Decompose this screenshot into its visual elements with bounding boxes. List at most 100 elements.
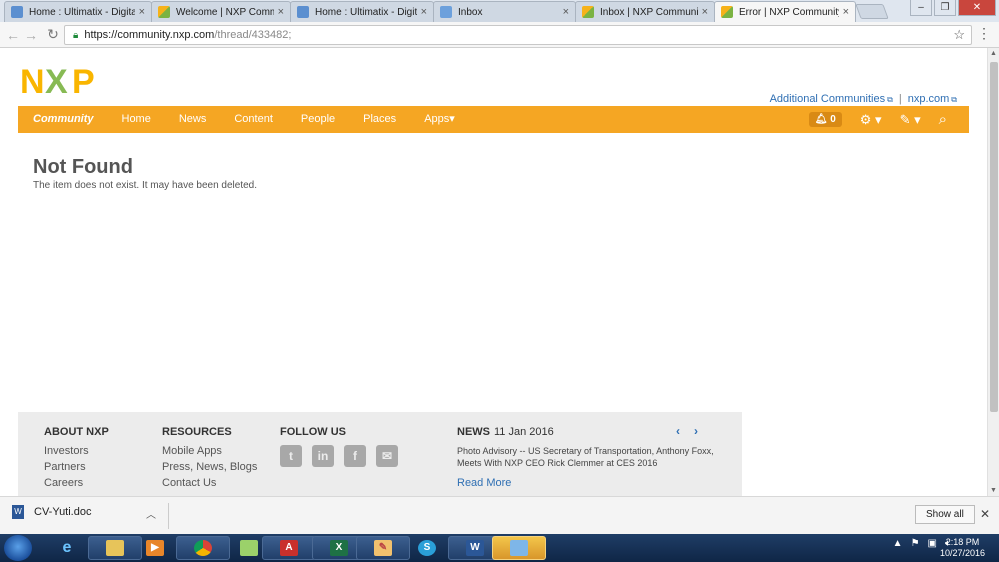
reload-icon[interactable]: ↻: [44, 26, 62, 43]
media-player-icon: ▶: [146, 540, 164, 556]
careers-link[interactable]: Careers: [44, 477, 109, 489]
download-item[interactable]: W CV-Yuti.doc: [12, 505, 91, 519]
taskbar-acrobat[interactable]: A: [262, 536, 316, 560]
link-separator: |: [898, 93, 902, 105]
taskbar-media[interactable]: ▶: [128, 536, 182, 560]
partners-link[interactable]: Partners: [44, 461, 109, 473]
tab-close-icon[interactable]: ×: [421, 6, 427, 18]
back-arrow-icon[interactable]: ←: [4, 27, 22, 43]
user-menu-icon[interactable]: ⚙ ▾: [860, 112, 882, 128]
chevron-right-icon[interactable]: ›: [694, 424, 698, 438]
read-more-link[interactable]: Read More: [457, 477, 719, 489]
browser-tab-welcome-nxp[interactable]: Welcome | NXP Commun ×: [151, 1, 291, 22]
internet-explorer-icon: e: [62, 539, 72, 556]
chevron-down-icon: ▾: [449, 113, 455, 125]
email-icon[interactable]: ✉: [376, 445, 398, 467]
tab-close-icon[interactable]: ×: [139, 6, 145, 18]
page-content: N X P Additional Communities ⧉ | nxp.com ⧉…: [0, 48, 987, 496]
error-message: The item does not exist. It may have bee…: [33, 180, 258, 191]
nav-home[interactable]: Home: [108, 106, 165, 133]
svg-text:X: X: [45, 64, 68, 96]
chrome-icon: [194, 540, 212, 556]
network-icon[interactable]: ▣: [928, 538, 937, 549]
contact-us-link[interactable]: Contact Us: [162, 477, 257, 489]
app-icon: [510, 540, 528, 556]
nav-places[interactable]: Places: [349, 106, 410, 133]
chevron-up-icon[interactable]: ︿: [146, 506, 156, 521]
nxp-com-link[interactable]: nxp.com ⧉: [908, 93, 957, 105]
ultimatix-favicon-icon: [297, 6, 309, 18]
window-controls: – ❐ ✕: [910, 0, 996, 16]
tab-title: Home : Ultimatix - Digita: [29, 6, 135, 18]
notifications-button[interactable]: 🔔︎ 0: [808, 112, 842, 127]
scroll-up-icon[interactable]: ▲: [990, 50, 997, 57]
investors-link[interactable]: Investors: [44, 445, 109, 457]
external-link-icon: ⧉: [887, 95, 893, 104]
scrollbar-thumb[interactable]: [990, 62, 998, 412]
maximize-icon[interactable]: ❐: [934, 0, 956, 16]
browser-tab-strip: Home : Ultimatix - Digita × Welcome | NX…: [0, 0, 999, 22]
skype-icon: S: [418, 540, 436, 556]
nav-news[interactable]: News: [165, 106, 221, 133]
nav-community[interactable]: Community: [18, 106, 108, 133]
taskbar-active-app[interactable]: [492, 536, 546, 560]
tray-up-icon[interactable]: ▲: [893, 538, 903, 549]
browser-tab-error-nxp[interactable]: Error | NXP Community ×: [714, 1, 856, 22]
svg-text:P: P: [72, 64, 95, 96]
browser-tab-inbox[interactable]: Inbox ×: [433, 1, 576, 22]
news-headline[interactable]: Photo Advisory -- US Secretary of Transp…: [457, 445, 719, 469]
system-clock[interactable]: 2:18 PM 10/27/2016: [940, 537, 985, 559]
footer-heading: RESOURCES: [162, 426, 232, 438]
show-all-button[interactable]: Show all: [915, 505, 975, 524]
linkedin-icon[interactable]: in: [312, 445, 334, 467]
browser-tab-inbox-nxp[interactable]: Inbox | NXP Community ×: [575, 1, 715, 22]
downloads-bar: W CV-Yuti.doc ︿ Show all ✕: [0, 496, 999, 534]
nav-apps[interactable]: Apps▾: [410, 106, 469, 133]
taskbar-ie[interactable]: e: [40, 536, 94, 560]
search-icon[interactable]: ⌕: [939, 111, 947, 128]
nxp-favicon-icon: [582, 6, 594, 18]
tab-close-icon[interactable]: ×: [278, 6, 284, 18]
close-icon[interactable]: ✕: [980, 507, 990, 521]
site-footer: ABOUT NXP Investors Partners Careers RES…: [18, 412, 742, 496]
chevron-left-icon[interactable]: ‹: [676, 424, 680, 438]
nxp-favicon-icon: [158, 6, 170, 18]
forward-arrow-icon[interactable]: →: [22, 27, 40, 43]
external-links: Additional Communities ⧉ | nxp.com ⧉: [770, 93, 957, 105]
tab-close-icon[interactable]: ×: [702, 6, 708, 18]
browser-menu-icon[interactable]: ⋮: [977, 26, 991, 40]
flag-icon[interactable]: ⚑: [911, 538, 920, 549]
footer-heading: FOLLOW US: [280, 426, 346, 438]
create-pencil-icon[interactable]: ✎ ▾: [900, 112, 921, 128]
bookmark-star-icon[interactable]: ☆: [953, 27, 965, 43]
nav-content[interactable]: Content: [220, 106, 287, 133]
word-icon: W: [466, 540, 484, 556]
press-news-blogs-link[interactable]: Press, News, Blogs: [162, 461, 257, 473]
address-bar-input[interactable]: 🔒︎ https://community.nxp.com /thread/433…: [64, 25, 972, 45]
main-nav-bar: Community Home News Content People Place…: [18, 106, 969, 133]
facebook-icon[interactable]: f: [344, 445, 366, 467]
page-scrollbar[interactable]: ▲ ▼: [987, 48, 999, 496]
tab-close-icon[interactable]: ×: [563, 6, 569, 18]
close-window-icon[interactable]: ✕: [958, 0, 996, 16]
browser-toolbar: ← → ↻ 🔒︎ https://community.nxp.com /thre…: [0, 22, 999, 48]
tab-close-icon[interactable]: ×: [843, 6, 849, 18]
taskbar-skype[interactable]: S: [400, 536, 454, 560]
browser-tab-ultimatix-2[interactable]: Home : Ultimatix - Digita ×: [290, 1, 434, 22]
news-date: 11 Jan 2016: [494, 426, 554, 438]
additional-communities-link[interactable]: Additional Communities ⧉: [770, 93, 893, 105]
twitter-icon[interactable]: t: [280, 445, 302, 467]
scroll-down-icon[interactable]: ▼: [990, 487, 997, 494]
new-tab-button[interactable]: [855, 4, 889, 19]
pencil-app-icon: ✎: [374, 540, 392, 556]
minimize-icon[interactable]: –: [910, 0, 932, 16]
mobile-apps-link[interactable]: Mobile Apps: [162, 445, 257, 457]
browser-tab-ultimatix-1[interactable]: Home : Ultimatix - Digita ×: [4, 1, 152, 22]
start-button[interactable]: [4, 535, 32, 561]
nav-people[interactable]: People: [287, 106, 349, 133]
footer-follow: FOLLOW US t in f ✉: [280, 426, 398, 467]
nxp-logo[interactable]: N X P: [20, 64, 104, 96]
divider: [168, 503, 169, 529]
footer-about: ABOUT NXP Investors Partners Careers: [44, 426, 109, 493]
social-icons: t in f ✉: [280, 445, 398, 467]
